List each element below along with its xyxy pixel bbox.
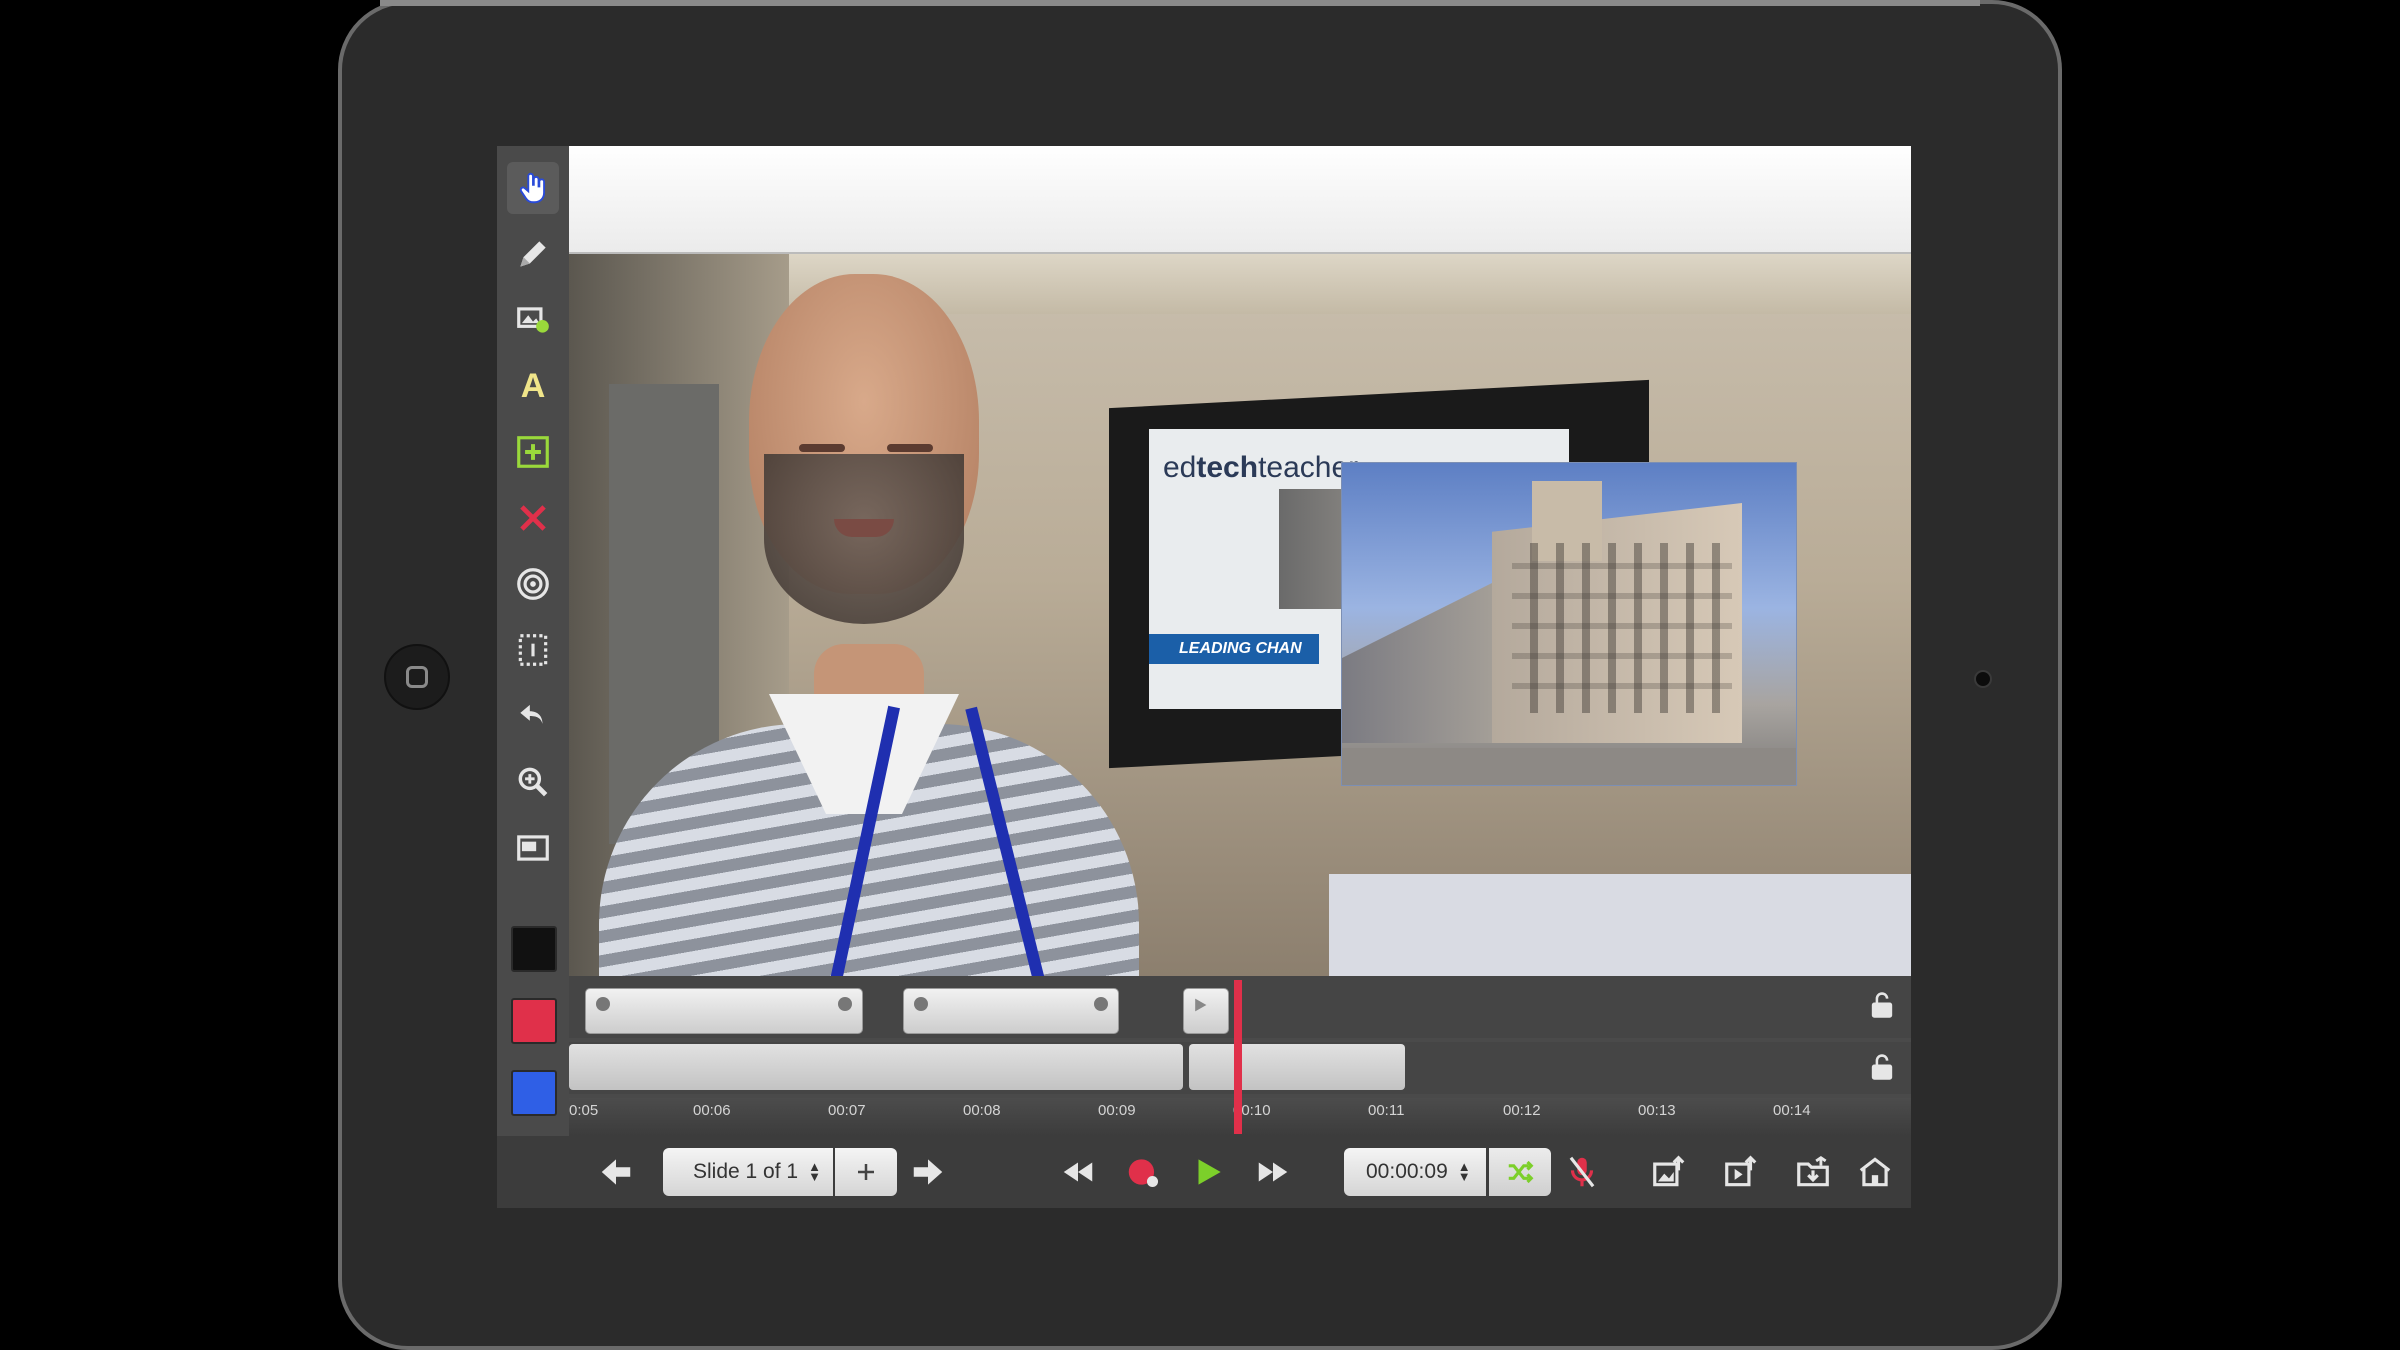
playhead[interactable] bbox=[1234, 980, 1242, 1134]
ruler-tick: 00:14 bbox=[1773, 1102, 1811, 1119]
ruler-tick: 00:13 bbox=[1638, 1102, 1676, 1119]
clip-end-handle[interactable] bbox=[838, 997, 852, 1011]
zoom-icon[interactable] bbox=[507, 756, 559, 808]
person-beard bbox=[764, 454, 964, 624]
app-screen: A edtechteacher LEADING CHAN 0:05 00:06 … bbox=[497, 146, 1911, 1208]
person-eye bbox=[887, 444, 933, 452]
tool-sidebar: A bbox=[497, 146, 569, 1208]
timeline-clip[interactable] bbox=[585, 988, 863, 1034]
home-button-icon[interactable] bbox=[384, 644, 450, 710]
bottom-toolbar: Slide 1 of 1 ▲ ▼ 00:00:09 ▲ ▼ bbox=[497, 1136, 1911, 1208]
time-field[interactable]: 00:00:09 ▲ ▼ bbox=[1344, 1148, 1486, 1196]
shuffle-icon bbox=[1508, 1160, 1534, 1184]
home-icon[interactable] bbox=[1853, 1150, 1897, 1194]
table bbox=[1329, 874, 1911, 976]
plus-icon bbox=[858, 1164, 874, 1180]
hand-pointer-icon[interactable] bbox=[507, 162, 559, 214]
lock-icon[interactable] bbox=[1867, 1052, 1897, 1082]
insert-media-icon[interactable] bbox=[507, 294, 559, 346]
logo-bold: tech bbox=[1196, 451, 1259, 484]
slide-picker[interactable]: Slide 1 of 1 ▲ ▼ bbox=[663, 1148, 833, 1196]
color-swatch-blue[interactable] bbox=[511, 1070, 557, 1116]
timeline[interactable]: 0:05 00:06 00:07 00:08 00:09 00:10 00:11… bbox=[569, 976, 1911, 1136]
banner-strip: LEADING CHAN bbox=[1149, 634, 1319, 664]
mic-off-icon[interactable] bbox=[1561, 1150, 1603, 1194]
fast-forward-icon[interactable] bbox=[1252, 1150, 1294, 1194]
banner-logo: edtechteacher bbox=[1163, 451, 1358, 485]
pencil-icon[interactable] bbox=[507, 228, 559, 280]
photo-windows bbox=[1512, 543, 1732, 713]
slide-top-area bbox=[569, 146, 1911, 254]
stepper-arrows-icon: ▲ ▼ bbox=[808, 1159, 821, 1185]
slide-picker-label: Slide 1 of 1 bbox=[693, 1160, 799, 1183]
selection-icon[interactable] bbox=[507, 624, 559, 676]
layout-icon[interactable] bbox=[507, 822, 559, 874]
ruler-tick: 00:11 bbox=[1368, 1102, 1405, 1119]
ruler-tick: 0:05 bbox=[569, 1102, 599, 1119]
rewind-icon[interactable] bbox=[1057, 1150, 1099, 1194]
record-icon[interactable] bbox=[1122, 1150, 1164, 1194]
timeline-clip[interactable] bbox=[1183, 988, 1229, 1034]
clip-play-icon bbox=[1195, 998, 1207, 1012]
clip-start-handle[interactable] bbox=[596, 997, 610, 1011]
ruler-tick: 00:07 bbox=[828, 1102, 866, 1119]
text-tool-label: A bbox=[520, 366, 546, 405]
color-swatch-black[interactable] bbox=[511, 926, 557, 972]
inserted-photo[interactable] bbox=[1341, 462, 1797, 786]
ruler-tick: 00:06 bbox=[693, 1102, 731, 1119]
export-image-icon[interactable] bbox=[1647, 1150, 1691, 1194]
ruler-tick: 00:09 bbox=[1098, 1102, 1136, 1119]
export-video-icon[interactable] bbox=[1719, 1150, 1763, 1194]
person-mouth bbox=[834, 519, 894, 537]
laser-pointer-icon[interactable] bbox=[507, 558, 559, 610]
ruler-tick: 00:12 bbox=[1503, 1102, 1541, 1119]
undo-icon[interactable] bbox=[507, 690, 559, 742]
audio-clip[interactable] bbox=[569, 1044, 1183, 1090]
audio-clip[interactable] bbox=[1189, 1044, 1405, 1090]
play-icon[interactable] bbox=[1187, 1150, 1229, 1194]
ruler-tick: 00:08 bbox=[963, 1102, 1001, 1119]
text-tool-icon[interactable]: A bbox=[507, 360, 559, 412]
save-project-icon[interactable] bbox=[1791, 1150, 1835, 1194]
stepper-arrows-icon: ▲ ▼ bbox=[1457, 1159, 1471, 1185]
photo-building-left bbox=[1342, 573, 1512, 743]
slide-canvas[interactable]: edtechteacher LEADING CHAN bbox=[569, 146, 1911, 976]
timeline-clip[interactable] bbox=[903, 988, 1119, 1034]
lock-icon[interactable] bbox=[1867, 990, 1897, 1020]
add-slide-button[interactable] bbox=[835, 1148, 897, 1196]
shuffle-button[interactable] bbox=[1489, 1148, 1551, 1196]
previous-slide-icon[interactable] bbox=[595, 1150, 637, 1194]
photo-street bbox=[1342, 748, 1796, 785]
person-eye bbox=[799, 444, 845, 452]
logo-prefix: ed bbox=[1163, 451, 1197, 484]
clip-end-handle[interactable] bbox=[1094, 997, 1108, 1011]
color-swatch-red[interactable] bbox=[511, 998, 557, 1044]
ipad-top-edge bbox=[380, 0, 1980, 6]
delete-icon[interactable] bbox=[507, 492, 559, 544]
clip-start-handle[interactable] bbox=[914, 997, 928, 1011]
time-value: 00:00:09 bbox=[1366, 1160, 1448, 1183]
next-slide-icon[interactable] bbox=[907, 1150, 949, 1194]
camera-icon bbox=[1974, 670, 1992, 688]
add-element-icon[interactable] bbox=[507, 426, 559, 478]
